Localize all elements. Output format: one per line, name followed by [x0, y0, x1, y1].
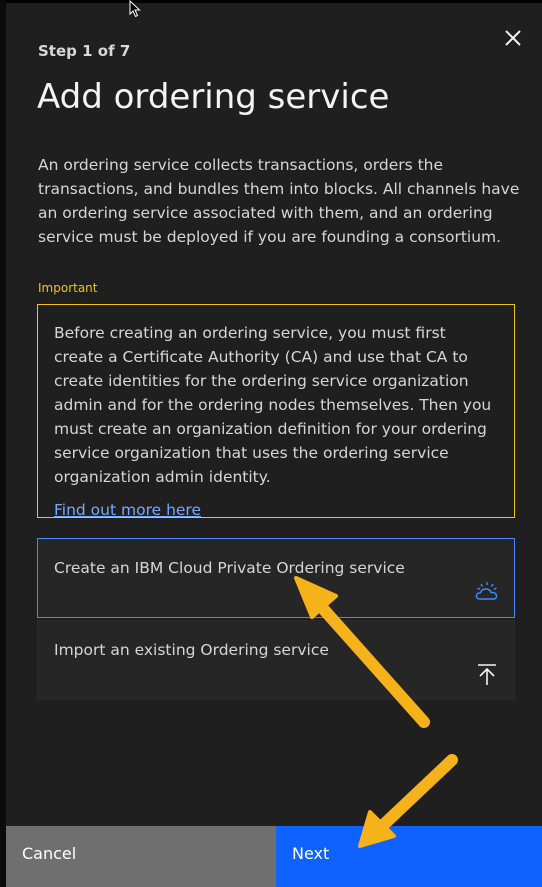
top-border — [6, 0, 542, 3]
cancel-button[interactable]: Cancel — [6, 826, 276, 887]
tile-label: Import an existing Ordering service — [54, 641, 329, 659]
import-ordering-service-tile[interactable]: Import an existing Ordering service — [37, 620, 515, 700]
step-indicator: Step 1 of 7 — [38, 42, 131, 60]
close-icon[interactable] — [500, 25, 526, 51]
next-button-label: Next — [292, 844, 330, 863]
create-ordering-service-tile[interactable]: Create an IBM Cloud Private Ordering ser… — [37, 538, 515, 618]
important-notice: Before creating an ordering service, you… — [37, 304, 515, 519]
next-button[interactable]: Next — [276, 826, 542, 887]
find-out-more-link[interactable]: Find out more here — [54, 501, 201, 519]
page-title: Add ordering service — [37, 77, 390, 117]
important-text: Before creating an ordering service, you… — [54, 324, 492, 486]
cloud-icon — [475, 582, 498, 600]
upload-icon — [478, 664, 496, 685]
footer-actions: Cancel Next — [6, 826, 542, 887]
important-label: Important — [38, 281, 98, 295]
mouse-cursor-icon — [129, 0, 141, 18]
panel-description: An ordering service collects transaction… — [38, 156, 520, 246]
cancel-button-label: Cancel — [22, 844, 77, 863]
tile-label: Create an IBM Cloud Private Ordering ser… — [54, 559, 405, 577]
